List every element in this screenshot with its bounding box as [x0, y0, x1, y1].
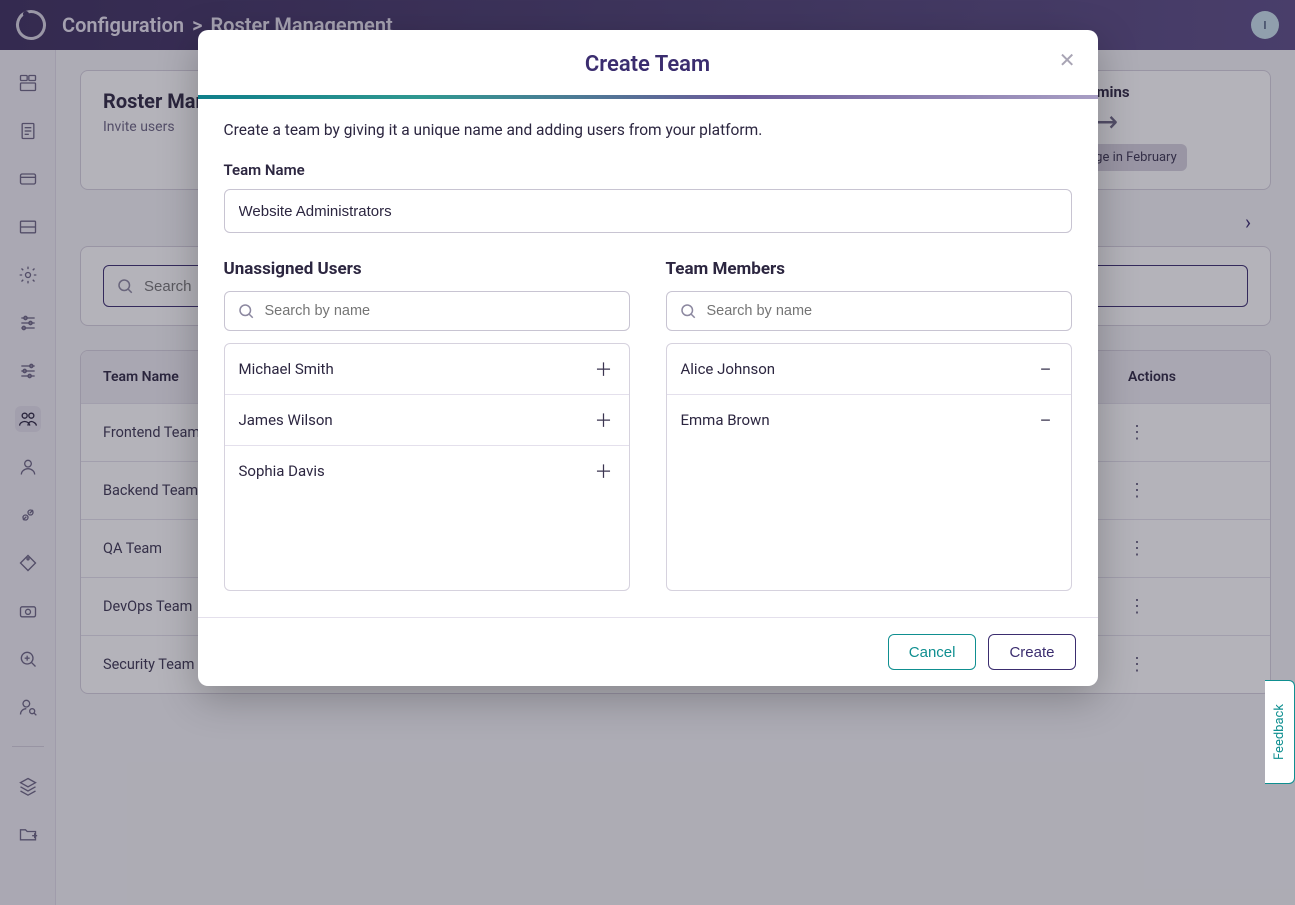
search-icon — [679, 302, 697, 320]
user-row: James Wilson ＋ — [225, 395, 629, 446]
modal-title: Create Team — [198, 30, 1098, 95]
cancel-button[interactable]: Cancel — [888, 634, 977, 670]
user-row: Emma Brown − — [667, 395, 1071, 445]
unassigned-search-field[interactable] — [265, 303, 617, 319]
unassigned-title: Unassigned Users — [224, 259, 630, 279]
modal-overlay[interactable]: Create Team ✕ Create a team by giving it… — [0, 0, 1295, 905]
user-row: Michael Smith ＋ — [225, 344, 629, 395]
user-name: Michael Smith — [239, 360, 334, 378]
members-title: Team Members — [666, 259, 1072, 279]
create-team-modal: Create Team ✕ Create a team by giving it… — [198, 30, 1098, 686]
members-search-field[interactable] — [707, 303, 1059, 319]
user-row: Sophia Davis ＋ — [225, 446, 629, 496]
close-icon[interactable]: ✕ — [1059, 48, 1076, 73]
members-column: Team Members Alice Johnson − Emma Brown − — [666, 259, 1072, 591]
members-search-input[interactable] — [666, 291, 1072, 331]
search-icon — [237, 302, 255, 320]
user-name: Alice Johnson — [681, 360, 776, 378]
modal-footer: Cancel Create — [198, 617, 1098, 686]
team-name-label: Team Name — [224, 161, 1072, 179]
user-row: Alice Johnson − — [667, 344, 1071, 395]
members-user-list: Alice Johnson − Emma Brown − — [666, 343, 1072, 591]
create-button[interactable]: Create — [988, 634, 1075, 670]
remove-user-icon[interactable]: − — [1035, 358, 1057, 380]
add-user-icon[interactable]: ＋ — [593, 358, 615, 380]
modal-description: Create a team by giving it a unique name… — [224, 121, 1072, 139]
unassigned-user-list: Michael Smith ＋ James Wilson ＋ Sophia Davis ＋ — [224, 343, 630, 591]
remove-user-icon[interactable]: − — [1035, 409, 1057, 431]
user-name: Emma Brown — [681, 411, 770, 429]
add-user-icon[interactable]: ＋ — [593, 460, 615, 482]
unassigned-search-input[interactable] — [224, 291, 630, 331]
user-name: Sophia Davis — [239, 462, 325, 480]
add-user-icon[interactable]: ＋ — [593, 409, 615, 431]
team-name-input[interactable] — [224, 189, 1072, 233]
feedback-tab[interactable]: Feedback — [1265, 680, 1295, 784]
unassigned-column: Unassigned Users Michael Smith＋James Wil… — [224, 259, 630, 591]
user-name: James Wilson — [239, 411, 333, 429]
